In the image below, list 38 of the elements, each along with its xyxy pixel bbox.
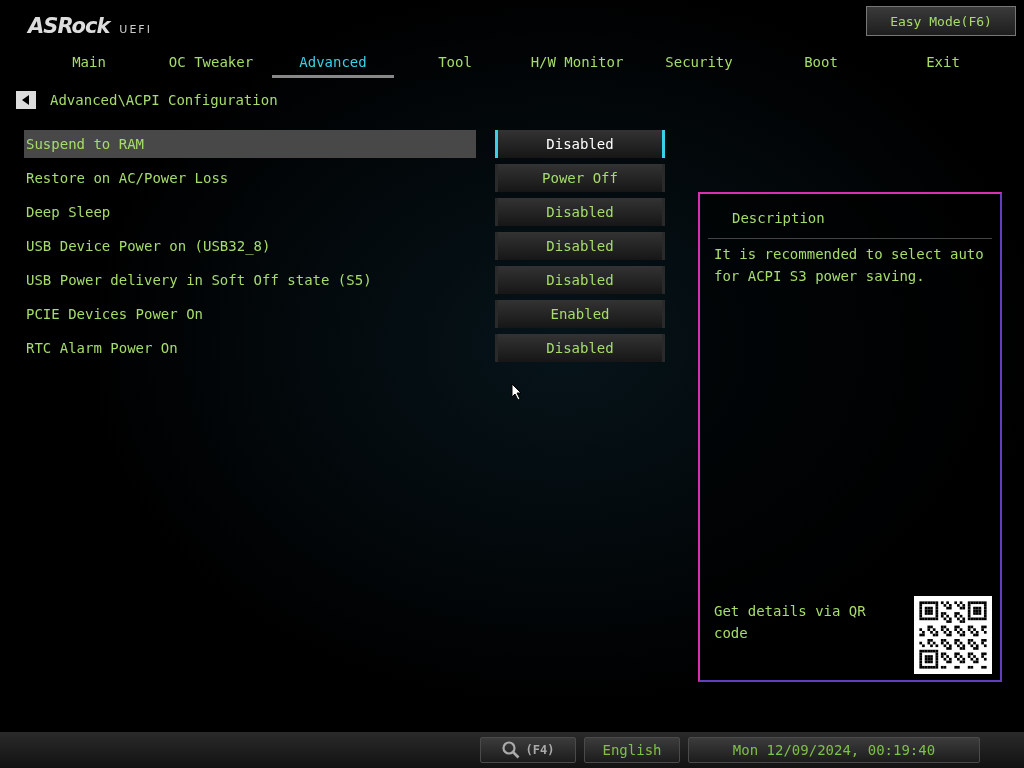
search-key-label: (F4) xyxy=(525,743,555,757)
setting-value-button[interactable]: Disabled xyxy=(495,130,665,158)
setting-value-button[interactable]: Enabled xyxy=(495,300,665,328)
setting-value-button[interactable]: Disabled xyxy=(495,232,665,260)
menu-tab[interactable]: Tool xyxy=(394,50,516,78)
breadcrumb-path: Advanced\ACPI Configuration xyxy=(50,92,278,108)
description-title: Description xyxy=(708,194,992,239)
easy-mode-button[interactable]: Easy Mode(F6) xyxy=(866,6,1016,36)
setting-value-button[interactable]: Disabled xyxy=(495,198,665,226)
menu-tab[interactable]: H/W Monitor xyxy=(516,50,638,78)
language-button[interactable]: English xyxy=(584,737,680,763)
setting-label[interactable]: Deep Sleep xyxy=(24,198,476,226)
logo-brand: ASRock xyxy=(28,14,110,38)
back-arrow-icon xyxy=(22,95,30,105)
menu-tab[interactable]: Main xyxy=(28,50,150,78)
setting-value-button[interactable]: Disabled xyxy=(495,266,665,294)
menu-tab[interactable]: Security xyxy=(638,50,760,78)
logo-suffix: UEFI xyxy=(119,23,152,36)
setting-label[interactable]: RTC Alarm Power On xyxy=(24,334,476,362)
setting-label[interactable]: Restore on AC/Power Loss xyxy=(24,164,476,192)
qr-code-icon xyxy=(914,596,992,674)
mouse-pointer-icon xyxy=(511,383,523,401)
setting-label[interactable]: PCIE Devices Power On xyxy=(24,300,476,328)
menu-tab[interactable]: OC Tweaker xyxy=(150,50,272,78)
setting-label[interactable]: Suspend to RAM xyxy=(24,130,476,158)
description-text: It is recommended to select auto for ACPI S3 power saving. xyxy=(714,245,985,286)
menu-tab[interactable]: Exit xyxy=(882,50,1004,78)
datetime-display[interactable]: Mon 12/09/2024, 00:19:40 xyxy=(688,737,980,763)
setting-value-button[interactable]: Disabled xyxy=(495,334,665,362)
search-button[interactable]: (F4) xyxy=(480,737,576,763)
back-button[interactable] xyxy=(16,91,36,109)
setting-value-button[interactable]: Power Off xyxy=(495,164,665,192)
setting-label[interactable]: USB Power delivery in Soft Off state (S5) xyxy=(24,266,476,294)
qr-caption: Get details via QR code xyxy=(714,602,867,643)
menu-tab[interactable]: Boot xyxy=(760,50,882,78)
search-icon xyxy=(501,741,520,759)
setting-label[interactable]: USB Device Power on (USB32_8) xyxy=(24,232,476,260)
menu-tab[interactable]: Advanced xyxy=(272,50,394,78)
